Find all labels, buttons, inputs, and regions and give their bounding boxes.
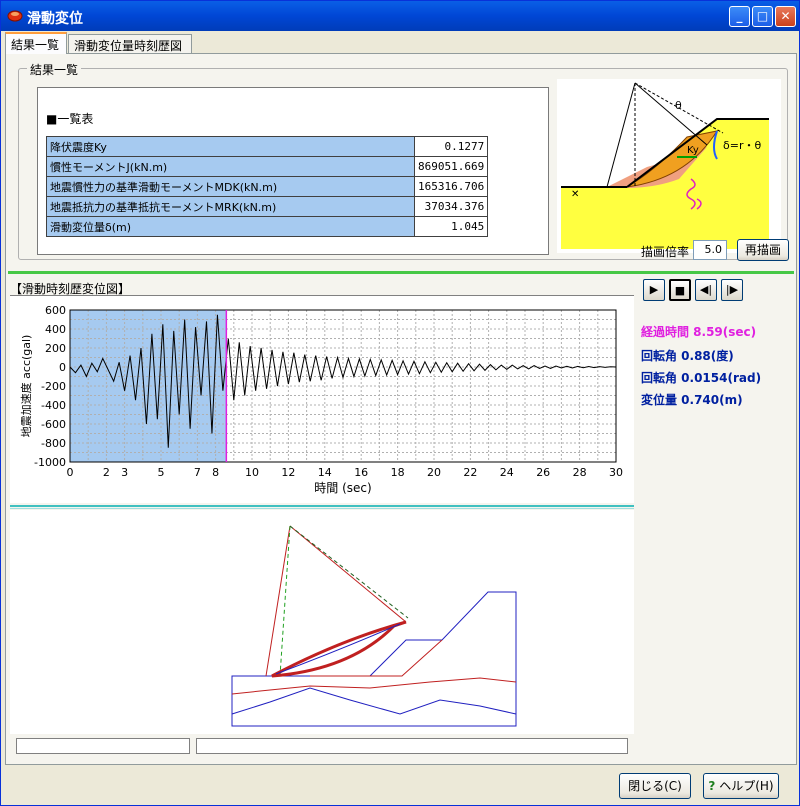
scale-input[interactable]: 5.0 — [693, 240, 727, 260]
elapsed-time: 経過時間 8.59(sec) — [641, 325, 757, 339]
x-tick-label: 18 — [391, 466, 405, 479]
row-label: 降伏震度Ky — [46, 136, 415, 157]
x-tick-label: 20 — [427, 466, 441, 479]
results-table: 降伏震度Ky 0.1277 慣性モーメントJ(kN.m) 869051.669 地震… — [46, 136, 489, 237]
help-icon: ? — [708, 779, 716, 793]
x-tick-label: 8 — [212, 466, 219, 479]
ky-label: Ky — [687, 145, 699, 156]
maximize-button[interactable]: □ — [752, 6, 773, 27]
help-label: ヘルプ(H) — [719, 779, 774, 793]
x-tick-label: 16 — [354, 466, 368, 479]
y-tick-label: -200 — [41, 380, 66, 393]
scale-label: 描画倍率 — [641, 245, 690, 259]
app-icon — [7, 8, 23, 26]
y-tick-label: 200 — [45, 342, 66, 355]
x-tick-label: 24 — [500, 466, 514, 479]
table-row: 滑動変位量δ(m) 1.045 — [46, 216, 489, 237]
window-title: 滑動変位 — [27, 11, 83, 27]
y-tick-label: 0 — [59, 361, 66, 374]
theta-label: θ — [675, 99, 682, 112]
x-tick-label: 2 — [103, 466, 110, 479]
y-tick-label: 400 — [45, 323, 66, 336]
slope-diagram: θ Ky δ=r・θ ✕ — [557, 79, 781, 253]
tab-results[interactable]: 結果一覧 — [5, 32, 67, 54]
y-tick-label: -1000 — [34, 456, 66, 469]
x-tick-label: 26 — [536, 466, 550, 479]
step-back-button[interactable]: ◀| — [695, 279, 717, 301]
row-label: 慣性モーメントJ(kN.m) — [46, 156, 415, 177]
status-field-right — [196, 738, 628, 754]
y-tick-label: -800 — [41, 437, 66, 450]
row-value: 165316.706 — [413, 176, 489, 197]
status-bar — [10, 736, 634, 758]
window: 滑動変位 _ □ ✕ 結果一覧 滑動変位量時刻歴図 結果一覧 ■一覧表 降伏震度… — [0, 0, 800, 806]
x-tick-label: 10 — [245, 466, 259, 479]
x-axis-label: 時間 (sec) — [314, 481, 371, 495]
table-row: 地震抵抗力の基準抵抗モーメントMRK(kN.m) 37034.376 — [46, 196, 489, 217]
row-value: 37034.376 — [413, 196, 489, 217]
play-button[interactable]: ▶ — [643, 279, 665, 301]
x-tick-label: 0 — [67, 466, 74, 479]
rotation-degrees: 回転角 0.88(度) — [641, 349, 734, 363]
displacement: 変位量 0.740(m) — [641, 393, 743, 407]
row-label: 地震抵抗力の基準抵抗モーメントMRK(kN.m) — [46, 196, 415, 217]
x-tick-label: 14 — [318, 466, 332, 479]
x-tick-label: 7 — [194, 466, 201, 479]
title-bar[interactable]: 滑動変位 _ □ ✕ — [1, 1, 799, 31]
y-axis-label: 地震加速度 acc(gal) — [19, 335, 33, 438]
table-row: 慣性モーメントJ(kN.m) 869051.669 — [46, 156, 489, 177]
x-tick-label: 30 — [609, 466, 623, 479]
table-row: 降伏震度Ky 0.1277 — [46, 136, 489, 157]
redraw-button[interactable]: 再描画 — [737, 239, 789, 261]
control-panel: 描画倍率 5.0 再描画 ▶ ■ ◀| |▶ 経過時間 8.59(sec) 回転… — [633, 237, 791, 437]
help-button[interactable]: ? ヘルプ(H) — [703, 773, 779, 799]
results-group: 結果一覧 ■一覧表 降伏震度Ky 0.1277 慣性モーメントJ(kN.m) 869… — [18, 61, 788, 260]
slope-animation-view — [10, 510, 634, 734]
y-tick-label: -600 — [41, 418, 66, 431]
formula-label: δ=r・θ — [723, 139, 761, 152]
svg-text:✕: ✕ — [571, 189, 579, 200]
row-value: 0.1277 — [413, 136, 489, 157]
status-field-left — [16, 738, 190, 754]
footer: 閉じる(C) ? ヘルプ(H) — [1, 767, 799, 805]
x-tick-label: 12 — [281, 466, 295, 479]
close-window-button[interactable]: ✕ — [775, 6, 796, 27]
y-tick-label: -400 — [41, 399, 66, 412]
x-tick-label: 22 — [463, 466, 477, 479]
step-forward-button[interactable]: |▶ — [721, 279, 743, 301]
divider-teal — [10, 505, 634, 509]
x-tick-label: 3 — [121, 466, 128, 479]
row-label: 滑動変位量δ(m) — [46, 216, 415, 237]
stop-button[interactable]: ■ — [669, 279, 691, 301]
acceleration-chart: 600 400 200 0 -200 -400 -600 -800 -1000 0 2 3 5 7 8 10 1… — [10, 295, 634, 503]
row-value: 869051.669 — [413, 156, 489, 177]
rotation-radians: 回転角 0.0154(rad) — [641, 371, 762, 385]
x-tick-label: 5 — [158, 466, 165, 479]
y-tick-label: 600 — [45, 304, 66, 317]
tab-displacement-history[interactable]: 滑動変位量時刻歴図 — [68, 34, 192, 54]
close-button[interactable]: 閉じる(C) — [619, 773, 691, 799]
results-panel: ■一覧表 降伏震度Ky 0.1277 慣性モーメントJ(kN.m) 869051.6… — [37, 87, 549, 255]
row-label: 地震慣性力の基準滑動モーメントMDK(kN.m) — [46, 176, 415, 197]
table-title: ■一覧表 — [46, 112, 94, 126]
row-value: 1.045 — [413, 216, 489, 237]
results-group-label: 結果一覧 — [27, 61, 82, 78]
table-row: 地震慣性力の基準滑動モーメントMDK(kN.m) 165316.706 — [46, 176, 489, 197]
x-tick-label: 28 — [573, 466, 587, 479]
minimize-button[interactable]: _ — [729, 6, 750, 27]
